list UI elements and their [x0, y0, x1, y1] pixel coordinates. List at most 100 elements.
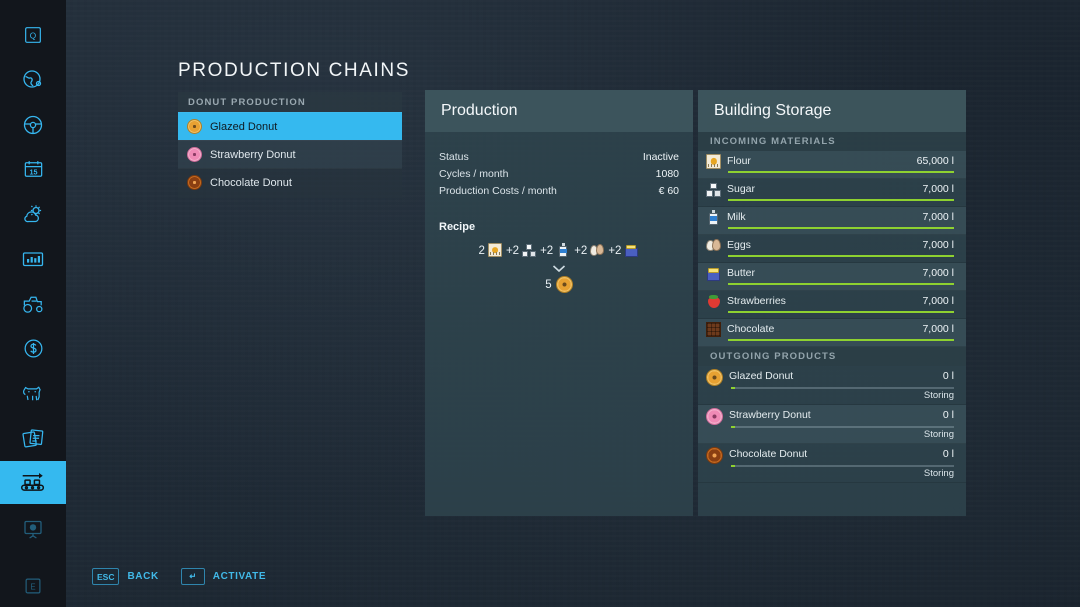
stat-row: Production Costs / month€ 60: [439, 182, 679, 199]
recipe-ingredient: +2: [540, 243, 571, 258]
recipe-ingredient: 2: [479, 243, 503, 258]
sidebar-item-finances[interactable]: [0, 327, 66, 370]
outgoing-row[interactable]: Glazed Donut0 lStoring: [698, 366, 966, 405]
storage-row[interactable]: Flour65,000 l: [698, 151, 966, 179]
outgoing-item-mode[interactable]: Storing: [924, 468, 954, 479]
list-item[interactable]: Strawberry Donut: [178, 140, 402, 168]
production-panel: Production Status Inactive Cycles / month 1…: [425, 90, 693, 516]
outgoing-item-name: Strawberry Donut: [729, 409, 943, 421]
list-item[interactable]: Chocolate Donut: [178, 168, 402, 196]
ingredient-amount: +2: [540, 245, 553, 257]
outgoing-item-mode[interactable]: Storing: [924, 390, 954, 401]
output-amount: 5: [545, 279, 551, 291]
sidebar-item-machines[interactable]: [0, 282, 66, 325]
stat-value: 1080: [656, 168, 679, 180]
fill-bar: [728, 311, 954, 313]
sugar-icon: [706, 182, 721, 197]
storage-item-name: Strawberries: [727, 295, 922, 307]
storage-item-name: Eggs: [727, 239, 922, 251]
outgoing-item-qty: 0 l: [943, 370, 954, 382]
outgoing-item-qty: 0 l: [943, 448, 954, 460]
fill-bar: [731, 426, 954, 428]
outgoing-row[interactable]: Chocolate Donut0 l Storing: [698, 444, 966, 483]
storage-item-qty: 7,000 l: [922, 295, 954, 307]
storage-item-qty: 65,000 l: [917, 155, 954, 167]
sidebar-item-production-chains[interactable]: [0, 461, 66, 504]
stat-key: Cycles / month: [439, 168, 508, 180]
footer-button[interactable]: ↵ ACTIVATE: [181, 568, 266, 585]
storage-row[interactable]: Strawberries7,000 l: [698, 291, 966, 319]
stat-value: Inactive: [643, 151, 679, 163]
sidebar-item-statistics[interactable]: [0, 237, 66, 280]
butter-icon: [624, 243, 639, 258]
storage-row[interactable]: Eggs7,000 l: [698, 235, 966, 263]
sidebar-item-map[interactable]: [0, 59, 66, 102]
sidebar-item-animals[interactable]: [0, 372, 66, 415]
milk-icon: [706, 210, 721, 225]
stat-row: Status Inactive: [439, 148, 679, 165]
outgoing-item-qty: 0 l: [943, 409, 954, 421]
fill-bar: [728, 283, 954, 285]
svg-text:Q: Q: [30, 32, 37, 41]
chocolate-donut-icon: [187, 175, 202, 190]
storage-row[interactable]: Butter7,000 l: [698, 263, 966, 291]
ingredient-amount: 2: [479, 245, 485, 257]
footer-actions: ESC BACK ↵ ACTIVATE: [92, 568, 266, 585]
ingredient-amount: +2: [574, 245, 587, 257]
fill-bar: [728, 171, 954, 173]
outgoing-item-name: Chocolate Donut: [729, 448, 943, 460]
sidebar-item-info[interactable]: [0, 508, 66, 551]
flour-icon: [488, 243, 503, 258]
storage-item-qty: 7,000 l: [922, 239, 954, 251]
fill-bar: [728, 255, 954, 257]
building-storage-panel: Building Storage INCOMING MATERIALS Flou…: [698, 90, 966, 516]
sidebar-item-calendar[interactable]: 15: [0, 148, 66, 191]
sidebar-item-help[interactable]: Q: [0, 14, 66, 57]
donut-production-list: DONUT PRODUCTION Glazed DonutStrawberry …: [178, 92, 402, 198]
fill-bar: [728, 227, 954, 229]
storage-item-name: Sugar: [727, 183, 922, 195]
production-stats: Status Inactive Cycles / month 1080 Producti…: [439, 148, 679, 199]
strawberries-icon: [706, 294, 721, 309]
sidebar-item-weather[interactable]: [0, 193, 66, 236]
recipe-inputs: 2+2+2+2+2: [439, 243, 679, 258]
milk-icon: [556, 243, 571, 258]
footer-button[interactable]: ESC BACK: [92, 568, 159, 585]
chocolate-donut-icon: [706, 447, 723, 464]
production-panel-title: Production: [425, 90, 693, 132]
stat-key: Status: [439, 151, 469, 163]
chocolate-icon: [706, 322, 721, 337]
incoming-materials-header: INCOMING MATERIALS: [698, 132, 966, 151]
recipe-output: 5: [439, 276, 679, 293]
strawberry-donut-icon: [187, 147, 202, 162]
page-title: PRODUCTION CHAINS: [178, 60, 410, 82]
ingredient-amount: +2: [608, 245, 621, 257]
footer-button-label: ACTIVATE: [213, 571, 266, 582]
fill-bar: [731, 465, 954, 467]
outgoing-row[interactable]: Strawberry Donut0 l Storing: [698, 405, 966, 444]
eggs-icon: [590, 243, 605, 258]
sidebar-item-vehicles[interactable]: [0, 103, 66, 146]
list-item-label: Glazed Donut: [210, 121, 277, 133]
flour-icon: [706, 154, 721, 169]
footer-button-label: BACK: [127, 571, 158, 582]
storage-row[interactable]: Milk7,000 l: [698, 207, 966, 235]
key-badge: ↵: [181, 568, 205, 585]
key-badge: ESC: [92, 568, 119, 585]
outgoing-item-mode[interactable]: Storing: [924, 429, 954, 440]
recipe-title: Recipe: [439, 221, 679, 233]
fill-bar: [731, 387, 954, 389]
storage-item-qty: 7,000 l: [922, 267, 954, 279]
storage-item-name: Milk: [727, 211, 922, 223]
list-item-label: Chocolate Donut: [210, 177, 292, 189]
recipe-ingredient: +2: [506, 243, 537, 258]
storage-row[interactable]: Sugar7,000 l: [698, 179, 966, 207]
glazed-donut-icon: [187, 119, 202, 134]
list-item[interactable]: Glazed Donut: [178, 112, 402, 140]
sidebar-item-contracts[interactable]: [0, 416, 66, 459]
sidebar-item-exit[interactable]: E: [0, 564, 66, 607]
butter-icon: [706, 266, 721, 281]
chevron-down-icon: [552, 264, 566, 273]
storage-row[interactable]: Chocolate7,000 l: [698, 319, 966, 347]
storage-item-qty: 7,000 l: [922, 323, 954, 335]
